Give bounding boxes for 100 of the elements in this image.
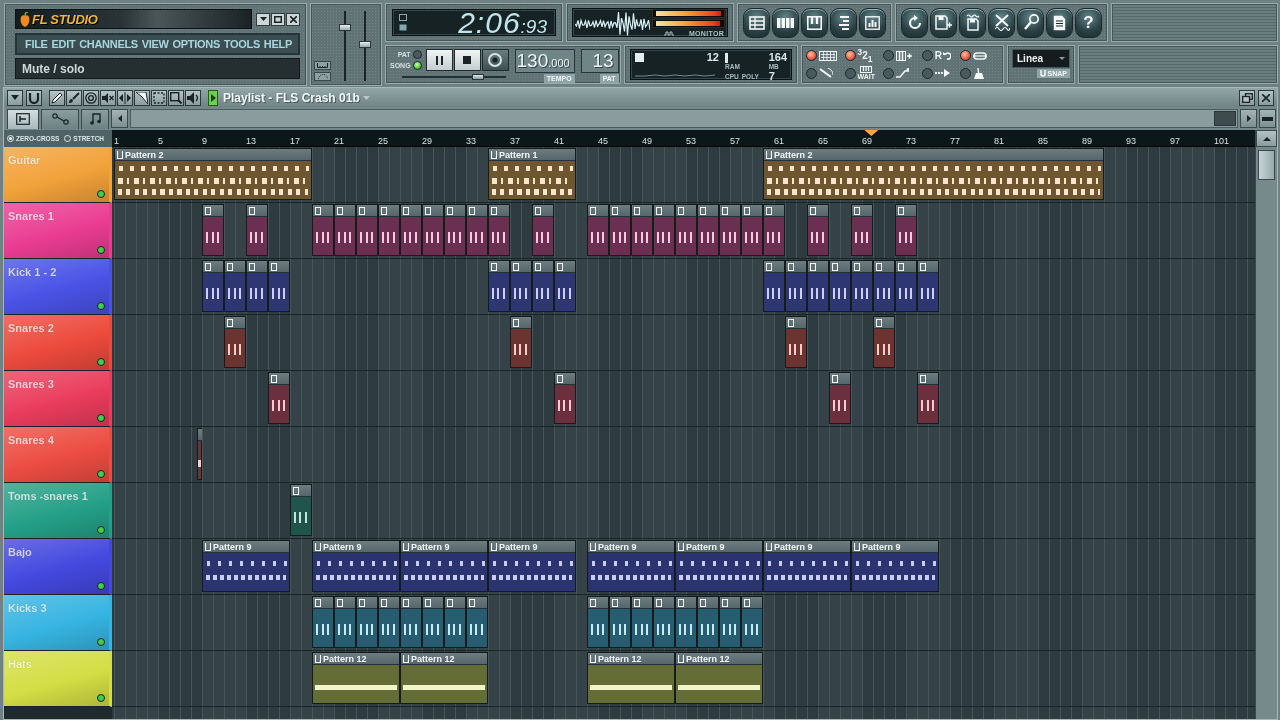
pattern-clip[interactable] — [554, 260, 576, 312]
pattern-clip[interactable]: Pattern 12 — [675, 652, 763, 704]
help-button[interactable]: ? — [1075, 7, 1102, 38]
pattern-clip[interactable] — [488, 204, 510, 256]
tool-button[interactable] — [134, 89, 150, 106]
pattern-clip[interactable] — [851, 260, 873, 312]
pattern-clip[interactable] — [763, 204, 785, 256]
pattern-clip[interactable] — [196, 428, 202, 480]
pattern-clip[interactable] — [510, 260, 532, 312]
window-button[interactable] — [830, 7, 857, 38]
pattern-clip[interactable]: Pattern 9 — [763, 540, 851, 592]
tool-button[interactable] — [117, 89, 133, 106]
pattern-clip[interactable] — [334, 596, 356, 648]
pattern-clip[interactable] — [587, 204, 609, 256]
maximize-button[interactable] — [271, 12, 285, 26]
playhead-marker[interactable] — [864, 130, 879, 136]
pattern-clip[interactable] — [631, 596, 653, 648]
track-led[interactable] — [97, 414, 105, 422]
menu-item[interactable]: TOOLS — [223, 38, 260, 50]
pattern-clip[interactable] — [466, 596, 488, 648]
slider-thumb[interactable] — [339, 23, 351, 31]
pattern-clip[interactable] — [829, 260, 851, 312]
tool-button[interactable] — [185, 89, 201, 106]
pattern-clip[interactable] — [763, 260, 785, 312]
tool-button[interactable] — [959, 7, 986, 38]
song-position-slider[interactable] — [402, 74, 506, 80]
window-button[interactable] — [801, 7, 828, 38]
pattern-clip[interactable] — [873, 260, 895, 312]
pattern-clip[interactable] — [268, 372, 290, 424]
track-led[interactable] — [97, 246, 105, 254]
pattern-clip[interactable]: Pattern 2 — [763, 148, 1104, 200]
view-tab[interactable] — [41, 108, 79, 129]
track-led[interactable] — [97, 470, 105, 478]
pattern-clip[interactable] — [873, 316, 895, 368]
tool-button[interactable] — [151, 89, 167, 106]
scroll-thumb[interactable] — [1258, 150, 1275, 180]
pattern-clip[interactable] — [422, 204, 444, 256]
scroll-left-button[interactable] — [111, 109, 128, 128]
pattern-clip[interactable] — [587, 596, 609, 648]
menu-button[interactable] — [7, 89, 23, 106]
pattern-clip[interactable] — [224, 316, 246, 368]
tool-button[interactable] — [930, 7, 957, 38]
pattern-clip[interactable] — [675, 204, 697, 256]
pattern-clip[interactable] — [785, 316, 807, 368]
pattern-clip[interactable]: Pattern 9 — [488, 540, 576, 592]
pattern-clip[interactable] — [202, 260, 224, 312]
pattern-clip[interactable] — [356, 596, 378, 648]
pattern-clip[interactable] — [851, 204, 873, 256]
tool-button[interactable] — [1017, 7, 1044, 38]
menu-item[interactable]: FILE — [25, 38, 48, 50]
tool-button[interactable] — [901, 7, 928, 38]
menu-item[interactable]: CHANNELS — [79, 38, 138, 50]
record-button[interactable] — [481, 49, 509, 71]
pattern-clip[interactable] — [312, 204, 334, 256]
pattern-clip[interactable] — [741, 204, 763, 256]
track-led[interactable] — [97, 582, 105, 590]
toggle-led[interactable] — [883, 67, 895, 79]
pattern-clip[interactable] — [202, 204, 224, 256]
pattern-clip[interactable] — [246, 204, 268, 256]
scroll-up-button[interactable] — [1256, 130, 1277, 147]
option-radio[interactable] — [64, 135, 72, 142]
slider-thumb[interactable] — [359, 41, 371, 49]
toggle-led[interactable] — [960, 50, 972, 62]
pattern-clip[interactable] — [609, 596, 631, 648]
toggle-led[interactable] — [921, 67, 933, 79]
pattern-clip[interactable]: Pattern 12 — [400, 652, 488, 704]
tool-button[interactable] — [168, 89, 184, 106]
option-radio[interactable] — [7, 135, 14, 142]
window-button[interactable] — [859, 7, 886, 38]
track-led[interactable] — [97, 302, 105, 310]
pattern-clip[interactable] — [807, 260, 829, 312]
tool-button[interactable] — [66, 89, 82, 106]
pattern-clip[interactable] — [741, 596, 763, 648]
pattern-clip[interactable] — [609, 204, 631, 256]
toggle-led[interactable] — [960, 67, 972, 79]
pattern-clip[interactable] — [917, 372, 939, 424]
snap-dropdown[interactable]: Linea — [1012, 49, 1070, 68]
tool-button[interactable] — [49, 89, 65, 106]
pattern-clip[interactable] — [829, 372, 851, 424]
close-button[interactable] — [286, 12, 300, 26]
pattern-clip[interactable] — [917, 260, 939, 312]
track-led[interactable] — [97, 358, 105, 366]
window-button[interactable] — [772, 7, 799, 38]
small-button[interactable] — [314, 72, 331, 81]
pattern-clip[interactable]: Pattern 1 — [488, 148, 576, 200]
menu-item[interactable]: HELP — [263, 38, 292, 50]
menu-item[interactable]: VIEW — [141, 38, 169, 50]
menu-item[interactable]: EDIT — [51, 38, 76, 50]
pattern-clip[interactable] — [444, 596, 466, 648]
pattern-clip[interactable] — [334, 204, 356, 256]
pattern-clip[interactable]: Pattern 2 — [114, 148, 312, 200]
pattern-clip[interactable] — [719, 596, 741, 648]
scroll-thumb[interactable] — [1214, 111, 1236, 126]
stop-button[interactable] — [453, 49, 481, 71]
tool-button[interactable] — [1046, 7, 1073, 38]
tool-button[interactable] — [100, 89, 116, 106]
pattern-clip[interactable] — [697, 204, 719, 256]
pattern-clip[interactable] — [400, 204, 422, 256]
mode-led[interactable] — [412, 61, 422, 70]
restore-button[interactable] — [1239, 89, 1255, 106]
